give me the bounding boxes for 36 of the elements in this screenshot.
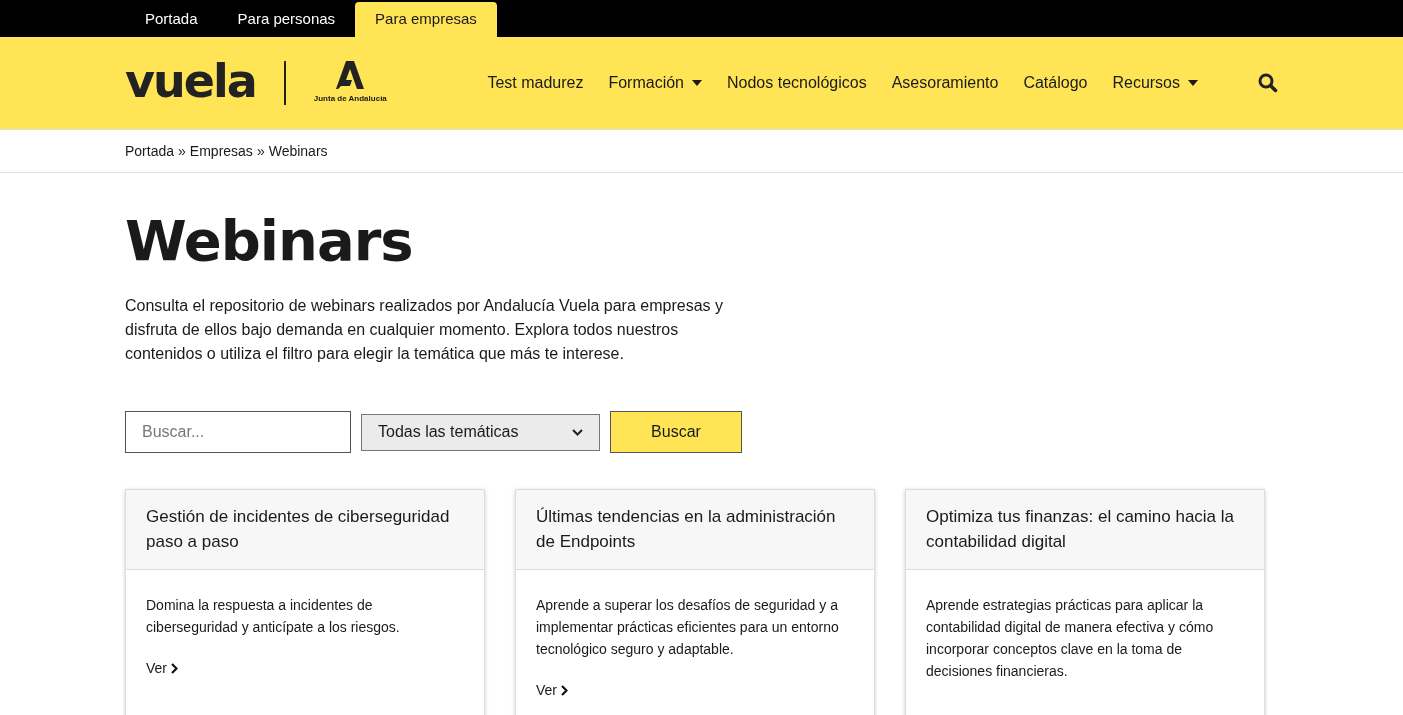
card-title: Gestión de incidentes de ciberseguridad paso a paso (146, 506, 451, 553)
top-tab[interactable]: Portada (125, 2, 218, 37)
breadcrumb-separator: » (256, 141, 265, 161)
breadcrumb-separator: » (178, 141, 186, 161)
top-tab[interactable]: Para personas (217, 2, 356, 37)
search-field[interactable]: Buscar... (125, 411, 351, 453)
theme-select[interactable]: Todas las temáticas (361, 413, 600, 451)
page-title: Webinars (125, 213, 414, 269)
intro-paragraph: Consulta el repositorio de webinars realizados por Andalucía Vuela para empresas y disfruta de ellos bajo demanda en cualquier momento. Explora todos nuestros contenidos o utiliza el filtro para elegir la temática que más te interese. (125, 296, 724, 364)
top-tab[interactable]: Para empresas (355, 2, 497, 37)
card-title: Optimiza tus finanzas: el camino hacia la contabilidad digital (926, 506, 1236, 553)
caret-icon (692, 80, 702, 86)
search-button[interactable]: Buscar (610, 411, 742, 453)
partner-logo-text: Junta de Andalucía (313, 93, 387, 105)
chevron-icon (572, 428, 583, 436)
card-description: Aprende a superar los desafíos de seguridad y a implementar prácticas eficientes para un entorno tecnológico seguro y adaptable. (536, 596, 840, 659)
nav-link[interactable]: Test madurez (487, 71, 584, 95)
nav-link[interactable]: Catálogo (1023, 71, 1088, 95)
search-icon[interactable] (1258, 73, 1278, 93)
brand-logo[interactable]: vuela (125, 58, 256, 108)
caret-icon (1188, 80, 1198, 86)
nav-link[interactable]: Formación (608, 71, 702, 95)
ver-link[interactable]: Ver (536, 680, 568, 701)
nav-link[interactable]: Nodos tecnológicos (727, 71, 867, 95)
breadcrumb-link[interactable]: Empresas (189, 140, 253, 162)
card-title: Últimas tendencias en la administración de Endpoints (536, 506, 837, 553)
chevron-right-icon (561, 685, 568, 696)
breadcrumb-link[interactable]: Webinars (268, 140, 328, 162)
nav-link[interactable]: Recursos (1112, 71, 1198, 95)
nav-link[interactable]: Asesoramiento (891, 71, 999, 95)
a-logo-icon (336, 61, 365, 89)
card-description: Aprende estrategias prácticas para aplicar la contabilidad digital de manera efectiva y cómo incorporar conceptos clave en la toma de decisiones financieras. (926, 596, 1215, 681)
card-description: Domina la respuesta a incidentes de ciberseguridad y anticípate a los riesgos. (146, 596, 401, 637)
ver-link[interactable]: Ver (146, 658, 178, 679)
breadcrumb-link[interactable]: Portada (125, 140, 175, 162)
chevron-right-icon (171, 663, 178, 674)
